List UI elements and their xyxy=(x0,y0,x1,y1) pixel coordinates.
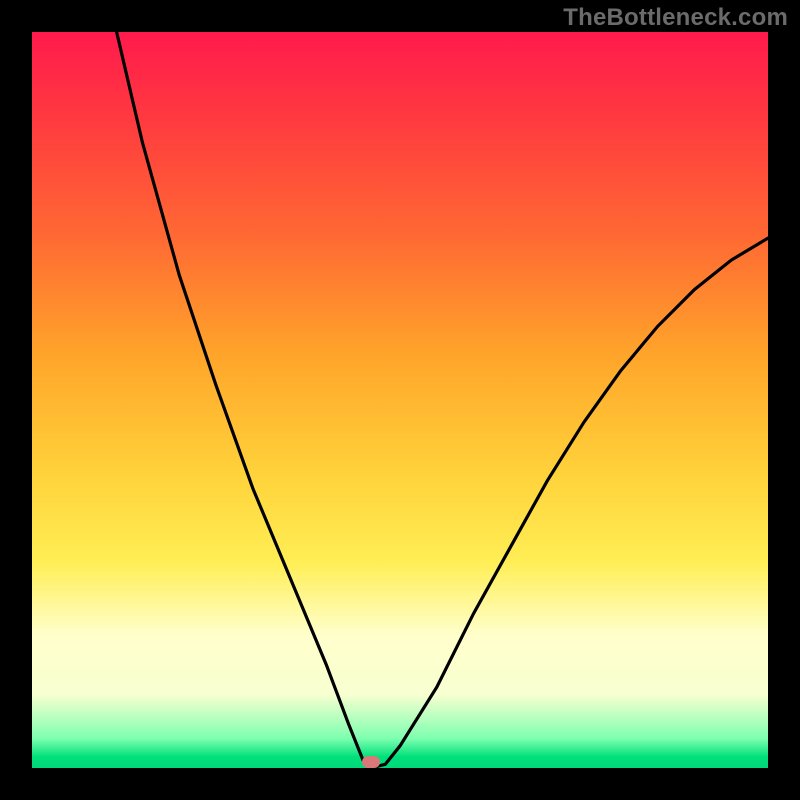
bottleneck-curve xyxy=(32,32,768,768)
optimum-marker xyxy=(362,756,380,768)
plot-area xyxy=(32,32,768,768)
chart-frame: TheBottleneck.com xyxy=(0,0,800,800)
watermark-text: TheBottleneck.com xyxy=(563,4,788,32)
